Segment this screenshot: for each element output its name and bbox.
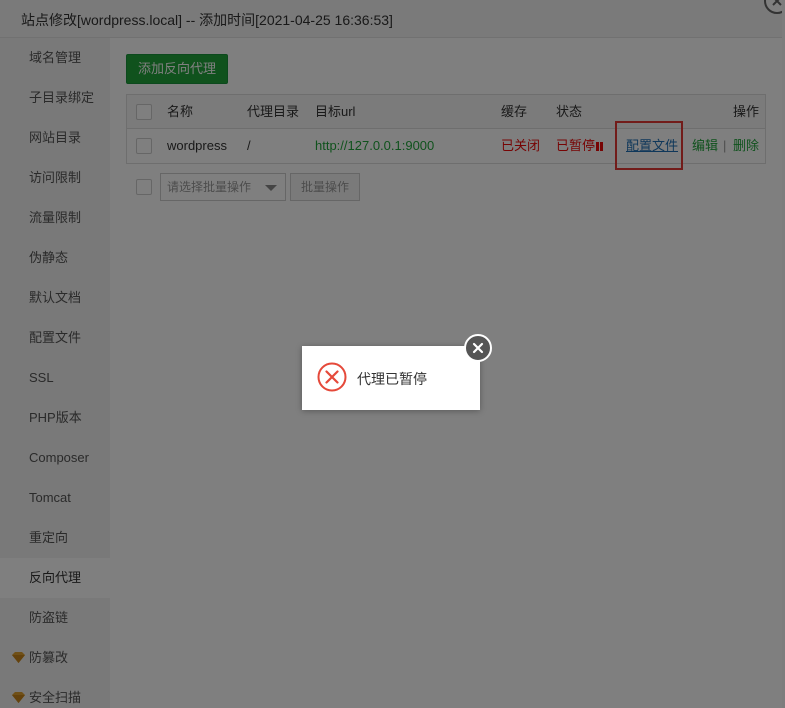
toast-text: 代理已暂停 — [357, 371, 427, 387]
close-icon — [472, 342, 484, 354]
toast-close-button[interactable] — [464, 334, 492, 362]
toast-message: 代理已暂停 — [302, 346, 480, 410]
error-icon — [317, 362, 347, 392]
